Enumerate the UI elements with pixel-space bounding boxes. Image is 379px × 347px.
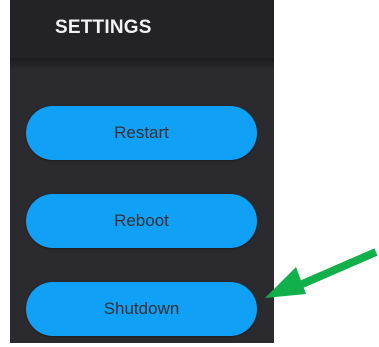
settings-header: SETTINGS — [10, 0, 274, 58]
reboot-button[interactable]: Reboot — [26, 194, 257, 248]
restart-button[interactable]: Restart — [26, 106, 257, 160]
restart-button-label: Restart — [114, 123, 169, 142]
settings-title: SETTINGS — [55, 17, 152, 38]
header-divider — [10, 58, 274, 70]
settings-panel: SETTINGS Restart Reboot Shutdown — [10, 0, 274, 343]
shutdown-button[interactable]: Shutdown — [26, 282, 257, 336]
reboot-button-label: Reboot — [114, 211, 169, 230]
shutdown-button-label: Shutdown — [103, 299, 180, 318]
